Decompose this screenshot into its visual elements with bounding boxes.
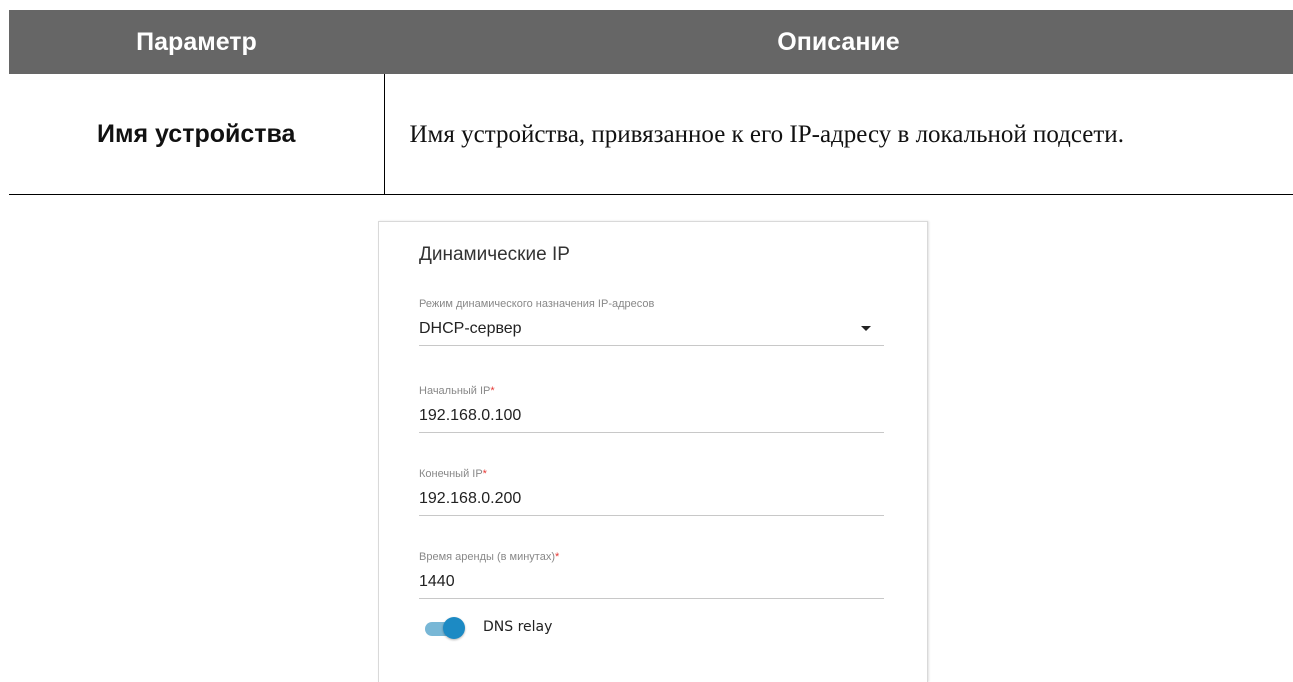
- end-ip-underline: [419, 515, 884, 516]
- end-ip-label: Конечный IP: [419, 468, 483, 480]
- dynamic-ip-card: Динамические IP Режим динамического назн…: [378, 221, 928, 682]
- start-ip-input[interactable]: 192.168.0.100: [419, 403, 884, 429]
- param-description-cell: Имя устройства, привязанное к его IP-адр…: [384, 74, 1293, 195]
- chevron-down-icon[interactable]: [861, 326, 871, 331]
- start-ip-field[interactable]: Начальный IP* 192.168.0.100: [419, 384, 884, 433]
- toggle-knob[interactable]: [443, 617, 465, 639]
- lease-time-input[interactable]: 1440: [419, 569, 884, 595]
- start-ip-underline: [419, 432, 884, 433]
- header-description: Описание: [384, 10, 1293, 74]
- mode-value[interactable]: DHCP-сервер: [419, 316, 884, 342]
- card-title: Динамические IP: [419, 244, 570, 265]
- table-header-row: Параметр Описание: [9, 10, 1293, 74]
- lease-time-field[interactable]: Время аренды (в минутах)* 1440: [419, 550, 884, 599]
- mode-underline: [419, 345, 884, 346]
- start-ip-label: Начальный IP: [419, 385, 491, 397]
- lease-time-label: Время аренды (в минутах): [419, 551, 555, 563]
- param-name-cell: Имя устройства: [9, 74, 385, 195]
- table-row: Имя устройства Имя устройства, привязанн…: [9, 74, 1293, 195]
- header-parameter: Параметр: [9, 10, 384, 74]
- end-ip-input[interactable]: 192.168.0.200: [419, 486, 884, 512]
- parameter-table: Параметр Описание Имя устройства Имя уст…: [9, 10, 1293, 195]
- ip-assignment-mode-select[interactable]: Режим динамического назначения IP-адресо…: [419, 297, 884, 346]
- dns-relay-label: DNS relay: [483, 619, 553, 635]
- required-marker: *: [482, 468, 487, 480]
- mode-label: Режим динамического назначения IP-адресо…: [419, 298, 655, 310]
- lease-time-underline: [419, 598, 884, 599]
- required-marker: *: [555, 551, 560, 563]
- required-marker: *: [490, 385, 495, 397]
- end-ip-field[interactable]: Конечный IP* 192.168.0.200: [419, 467, 884, 516]
